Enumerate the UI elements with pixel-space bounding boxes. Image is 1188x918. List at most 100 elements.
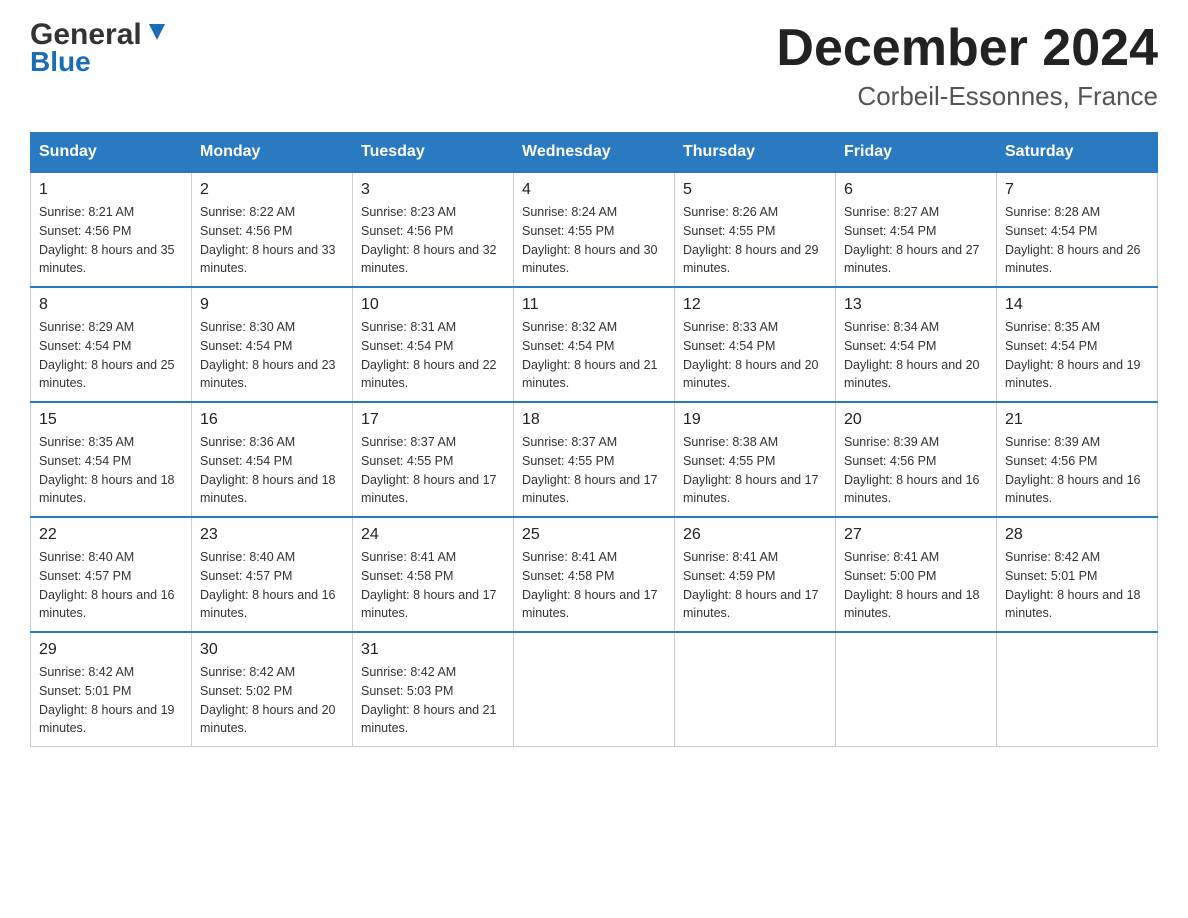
day-number: 18 — [522, 411, 666, 429]
sunset-label: Sunset: 4:56 PM — [200, 224, 292, 238]
day-info: Sunrise: 8:39 AM Sunset: 4:56 PM Dayligh… — [1005, 433, 1149, 508]
daylight-label: Daylight: 8 hours and 17 minutes. — [683, 473, 819, 506]
day-info: Sunrise: 8:23 AM Sunset: 4:56 PM Dayligh… — [361, 203, 505, 278]
daylight-label: Daylight: 8 hours and 25 minutes. — [39, 358, 175, 391]
day-info: Sunrise: 8:34 AM Sunset: 4:54 PM Dayligh… — [844, 318, 988, 393]
day-info: Sunrise: 8:42 AM Sunset: 5:02 PM Dayligh… — [200, 663, 344, 738]
daylight-label: Daylight: 8 hours and 17 minutes. — [361, 473, 497, 506]
sunrise-label: Sunrise: 8:31 AM — [361, 320, 456, 334]
daylight-label: Daylight: 8 hours and 18 minutes. — [200, 473, 336, 506]
day-info: Sunrise: 8:41 AM Sunset: 4:59 PM Dayligh… — [683, 548, 827, 623]
day-info: Sunrise: 8:28 AM Sunset: 4:54 PM Dayligh… — [1005, 203, 1149, 278]
calendar-day-cell: 17 Sunrise: 8:37 AM Sunset: 4:55 PM Dayl… — [353, 402, 514, 517]
calendar-day-cell: 13 Sunrise: 8:34 AM Sunset: 4:54 PM Dayl… — [836, 287, 997, 402]
daylight-label: Daylight: 8 hours and 35 minutes. — [39, 243, 175, 276]
calendar-day-cell: 6 Sunrise: 8:27 AM Sunset: 4:54 PM Dayli… — [836, 172, 997, 287]
daylight-label: Daylight: 8 hours and 17 minutes. — [361, 588, 497, 621]
sunset-label: Sunset: 4:54 PM — [844, 224, 936, 238]
sunset-label: Sunset: 4:58 PM — [522, 569, 614, 583]
sunrise-label: Sunrise: 8:35 AM — [39, 435, 134, 449]
daylight-label: Daylight: 8 hours and 20 minutes. — [200, 703, 336, 736]
day-info: Sunrise: 8:26 AM Sunset: 4:55 PM Dayligh… — [683, 203, 827, 278]
day-number: 24 — [361, 526, 505, 544]
calendar-day-cell: 11 Sunrise: 8:32 AM Sunset: 4:54 PM Dayl… — [514, 287, 675, 402]
day-number: 28 — [1005, 526, 1149, 544]
day-info: Sunrise: 8:36 AM Sunset: 4:54 PM Dayligh… — [200, 433, 344, 508]
day-number: 5 — [683, 181, 827, 199]
sunset-label: Sunset: 4:54 PM — [522, 339, 614, 353]
daylight-label: Daylight: 8 hours and 19 minutes. — [39, 703, 175, 736]
sunset-label: Sunset: 4:54 PM — [39, 454, 131, 468]
sunrise-label: Sunrise: 8:34 AM — [844, 320, 939, 334]
day-number: 14 — [1005, 296, 1149, 314]
calendar-day-cell: 26 Sunrise: 8:41 AM Sunset: 4:59 PM Dayl… — [675, 517, 836, 632]
daylight-label: Daylight: 8 hours and 22 minutes. — [361, 358, 497, 391]
calendar-day-cell: 28 Sunrise: 8:42 AM Sunset: 5:01 PM Dayl… — [997, 517, 1158, 632]
sunrise-label: Sunrise: 8:37 AM — [361, 435, 456, 449]
calendar-day-cell — [997, 632, 1158, 747]
calendar-table: SundayMondayTuesdayWednesdayThursdayFrid… — [30, 132, 1158, 747]
daylight-label: Daylight: 8 hours and 16 minutes. — [200, 588, 336, 621]
sunrise-label: Sunrise: 8:23 AM — [361, 205, 456, 219]
daylight-label: Daylight: 8 hours and 32 minutes. — [361, 243, 497, 276]
day-number: 4 — [522, 181, 666, 199]
daylight-label: Daylight: 8 hours and 23 minutes. — [200, 358, 336, 391]
daylight-label: Daylight: 8 hours and 17 minutes. — [683, 588, 819, 621]
day-number: 11 — [522, 296, 666, 314]
day-number: 8 — [39, 296, 183, 314]
sunrise-label: Sunrise: 8:21 AM — [39, 205, 134, 219]
day-info: Sunrise: 8:38 AM Sunset: 4:55 PM Dayligh… — [683, 433, 827, 508]
calendar-day-cell: 3 Sunrise: 8:23 AM Sunset: 4:56 PM Dayli… — [353, 172, 514, 287]
calendar-day-cell: 9 Sunrise: 8:30 AM Sunset: 4:54 PM Dayli… — [192, 287, 353, 402]
day-info: Sunrise: 8:27 AM Sunset: 4:54 PM Dayligh… — [844, 203, 988, 278]
sunset-label: Sunset: 4:56 PM — [844, 454, 936, 468]
page-header: General Blue December 2024 Corbeil-Esson… — [30, 20, 1158, 112]
sunrise-label: Sunrise: 8:38 AM — [683, 435, 778, 449]
calendar-day-cell: 14 Sunrise: 8:35 AM Sunset: 4:54 PM Dayl… — [997, 287, 1158, 402]
day-number: 26 — [683, 526, 827, 544]
sunset-label: Sunset: 4:56 PM — [1005, 454, 1097, 468]
sunrise-label: Sunrise: 8:36 AM — [200, 435, 295, 449]
sunrise-label: Sunrise: 8:30 AM — [200, 320, 295, 334]
calendar-week-row: 22 Sunrise: 8:40 AM Sunset: 4:57 PM Dayl… — [31, 517, 1158, 632]
calendar-day-cell: 10 Sunrise: 8:31 AM Sunset: 4:54 PM Dayl… — [353, 287, 514, 402]
day-number: 25 — [522, 526, 666, 544]
day-number: 23 — [200, 526, 344, 544]
day-number: 3 — [361, 181, 505, 199]
calendar-day-cell: 30 Sunrise: 8:42 AM Sunset: 5:02 PM Dayl… — [192, 632, 353, 747]
sunrise-label: Sunrise: 8:41 AM — [844, 550, 939, 564]
sunset-label: Sunset: 4:54 PM — [683, 339, 775, 353]
day-number: 30 — [200, 641, 344, 659]
sunrise-label: Sunrise: 8:40 AM — [39, 550, 134, 564]
daylight-label: Daylight: 8 hours and 16 minutes. — [39, 588, 175, 621]
logo-triangle-icon — [145, 20, 167, 46]
sunset-label: Sunset: 4:54 PM — [200, 454, 292, 468]
day-info: Sunrise: 8:42 AM Sunset: 5:01 PM Dayligh… — [1005, 548, 1149, 623]
day-number: 1 — [39, 181, 183, 199]
sunset-label: Sunset: 5:02 PM — [200, 684, 292, 698]
calendar-day-cell: 24 Sunrise: 8:41 AM Sunset: 4:58 PM Dayl… — [353, 517, 514, 632]
sunset-label: Sunset: 4:55 PM — [522, 454, 614, 468]
daylight-label: Daylight: 8 hours and 16 minutes. — [844, 473, 980, 506]
daylight-label: Daylight: 8 hours and 21 minutes. — [361, 703, 497, 736]
day-number: 9 — [200, 296, 344, 314]
daylight-label: Daylight: 8 hours and 21 minutes. — [522, 358, 658, 391]
title-section: December 2024 Corbeil-Essonnes, France — [776, 20, 1158, 112]
sunrise-label: Sunrise: 8:26 AM — [683, 205, 778, 219]
day-info: Sunrise: 8:29 AM Sunset: 4:54 PM Dayligh… — [39, 318, 183, 393]
calendar-day-cell: 5 Sunrise: 8:26 AM Sunset: 4:55 PM Dayli… — [675, 172, 836, 287]
day-number: 12 — [683, 296, 827, 314]
day-info: Sunrise: 8:42 AM Sunset: 5:01 PM Dayligh… — [39, 663, 183, 738]
sunset-label: Sunset: 4:54 PM — [1005, 339, 1097, 353]
daylight-label: Daylight: 8 hours and 17 minutes. — [522, 588, 658, 621]
logo-blue-text: Blue — [30, 48, 167, 76]
calendar-day-cell — [836, 632, 997, 747]
sunset-label: Sunset: 4:57 PM — [200, 569, 292, 583]
sunrise-label: Sunrise: 8:39 AM — [844, 435, 939, 449]
day-number: 31 — [361, 641, 505, 659]
daylight-label: Daylight: 8 hours and 30 minutes. — [522, 243, 658, 276]
calendar-day-cell: 23 Sunrise: 8:40 AM Sunset: 4:57 PM Dayl… — [192, 517, 353, 632]
day-info: Sunrise: 8:30 AM Sunset: 4:54 PM Dayligh… — [200, 318, 344, 393]
daylight-label: Daylight: 8 hours and 20 minutes. — [844, 358, 980, 391]
header-saturday: Saturday — [997, 133, 1158, 173]
